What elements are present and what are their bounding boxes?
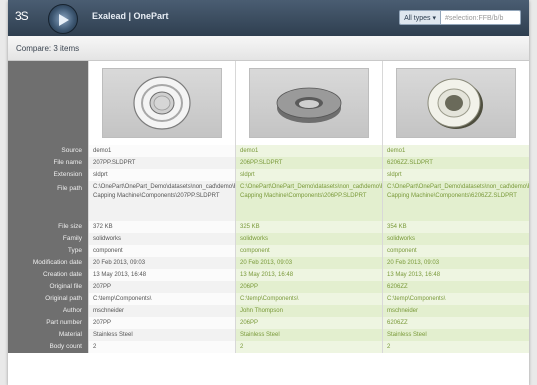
cell-value: demo1 <box>88 145 235 157</box>
cell-value: mschneider <box>88 305 235 317</box>
cell-value: 20 Feb 2013, 09:03 <box>382 257 529 269</box>
cell-value: 207PP <box>88 281 235 293</box>
top-bar: 3S Exalead | OnePart All types ▾ #select… <box>8 0 529 36</box>
cell-value: Stainless Steel <box>88 329 235 341</box>
cell-value: C:\OnePart\OnePart_Demo\datasets\non_cad… <box>235 181 382 221</box>
table-row: File size 372 KB 325 KB 354 KB <box>8 221 529 233</box>
cell-value: demo1 <box>235 145 382 157</box>
cell-value: 13 May 2013, 16:48 <box>382 269 529 281</box>
table-row: Body count 2 2 2 <box>8 341 529 353</box>
row-label: Modification date <box>8 257 88 269</box>
cell-value: 354 KB <box>382 221 529 233</box>
cell-value: component <box>382 245 529 257</box>
app-title: Exalead | OnePart <box>92 11 169 21</box>
cell-value: 372 KB <box>88 221 235 233</box>
thumbnail-row <box>8 61 529 145</box>
comparison-table: Source demo1 demo1 demo1 File name 207PP… <box>8 61 529 353</box>
cell-value: John Thompson <box>235 305 382 317</box>
type-dropdown[interactable]: All types ▾ <box>399 10 441 25</box>
app-window: 3S Exalead | OnePart All types ▾ #select… <box>8 0 529 385</box>
table-row: Modification date 20 Feb 2013, 09:03 20 … <box>8 257 529 269</box>
table-row: Original file 207PP 206PP 6206ZZ <box>8 281 529 293</box>
row-label: Type <box>8 245 88 257</box>
cell-value: mschneider <box>382 305 529 317</box>
cell-value: C:\temp\Components\ <box>88 293 235 305</box>
row-label: File size <box>8 221 88 233</box>
cell-value: 206PP <box>235 281 382 293</box>
cell-value: Stainless Steel <box>235 329 382 341</box>
thumbnail-label-cell <box>8 61 88 145</box>
cell-value: solidworks <box>382 233 529 245</box>
cell-value: 207PP <box>88 317 235 329</box>
cell-value: 20 Feb 2013, 09:03 <box>88 257 235 269</box>
cell-value: sldprt <box>88 169 235 181</box>
table-row: Author mschneider John Thompson mschneid… <box>8 305 529 317</box>
cell-value: component <box>88 245 235 257</box>
cell-value: sldprt <box>235 169 382 181</box>
row-label: File name <box>8 157 88 169</box>
table-row: Material Stainless Steel Stainless Steel… <box>8 329 529 341</box>
bearing-shield-icon <box>427 78 483 129</box>
table-row: Creation date 13 May 2013, 16:48 13 May … <box>8 269 529 281</box>
cell-value: 206PP.SLDPRT <box>235 157 382 169</box>
row-label: Author <box>8 305 88 317</box>
cell-value: 13 May 2013, 16:48 <box>88 269 235 281</box>
thumbnail-cell <box>235 61 382 145</box>
cell-value: solidworks <box>88 233 235 245</box>
cell-value: 2 <box>235 341 382 353</box>
table-row: Extension sldprt sldprt sldprt <box>8 169 529 181</box>
cell-value: 2 <box>382 341 529 353</box>
cell-value: 6206ZZ <box>382 281 529 293</box>
table-row: File path C:\OnePart\OnePart_Demo\datase… <box>8 181 529 221</box>
cell-value: 206PP <box>235 317 382 329</box>
cell-value: C:\OnePart\OnePart_Demo\datasets\non_cad… <box>382 181 529 221</box>
table-row: Family solidworks solidworks solidworks <box>8 233 529 245</box>
cell-value: solidworks <box>235 233 382 245</box>
row-label: Part number <box>8 317 88 329</box>
row-label: Original path <box>8 293 88 305</box>
cell-value: C:\temp\Components\ <box>235 293 382 305</box>
compare-header: Compare: 3 items <box>8 36 529 61</box>
cell-value: 20 Feb 2013, 09:03 <box>235 257 382 269</box>
row-label: File path <box>8 181 88 221</box>
search-bar: All types ▾ #selection:FFB/b/b <box>399 10 521 25</box>
bearing-grey-icon <box>276 87 342 123</box>
row-label: Source <box>8 145 88 157</box>
thumbnail-cell <box>382 61 529 145</box>
cell-value: Stainless Steel <box>382 329 529 341</box>
cell-value: sldprt <box>382 169 529 181</box>
table-row: File name 207PP.SLDPRT 206PP.SLDPRT 6206… <box>8 157 529 169</box>
part-thumbnail-3[interactable] <box>396 68 516 138</box>
brand-logo: 3S <box>15 9 29 23</box>
search-input[interactable]: #selection:FFB/b/b <box>441 10 521 25</box>
row-label: Family <box>8 233 88 245</box>
row-label: Creation date <box>8 269 88 281</box>
cell-value: 325 KB <box>235 221 382 233</box>
cell-value: 13 May 2013, 16:48 <box>235 269 382 281</box>
row-label: Body count <box>8 341 88 353</box>
table-row: Original path C:\temp\Components\ C:\tem… <box>8 293 529 305</box>
cell-value: C:\temp\Components\ <box>382 293 529 305</box>
part-thumbnail-1[interactable] <box>102 68 222 138</box>
table-row: Part number 207PP 206PP 6206ZZ <box>8 317 529 329</box>
bearing-white-icon <box>133 76 191 130</box>
play-logo-icon[interactable] <box>48 4 78 34</box>
cell-value: demo1 <box>382 145 529 157</box>
cell-value: 207PP.SLDPRT <box>88 157 235 169</box>
table-row: Source demo1 demo1 demo1 <box>8 145 529 157</box>
cell-value: 2 <box>88 341 235 353</box>
cell-value: 6206ZZ.SLDPRT <box>382 157 529 169</box>
cell-value: component <box>235 245 382 257</box>
row-label: Original file <box>8 281 88 293</box>
part-thumbnail-2[interactable] <box>249 68 369 138</box>
compare-title: Compare: 3 items <box>16 44 80 53</box>
row-label: Extension <box>8 169 88 181</box>
thumbnail-cell <box>88 61 235 145</box>
row-label: Material <box>8 329 88 341</box>
table-row: Type component component component <box>8 245 529 257</box>
cell-value: 6206ZZ <box>382 317 529 329</box>
cell-value: C:\OnePart\OnePart_Demo\datasets\non_cad… <box>88 181 235 221</box>
